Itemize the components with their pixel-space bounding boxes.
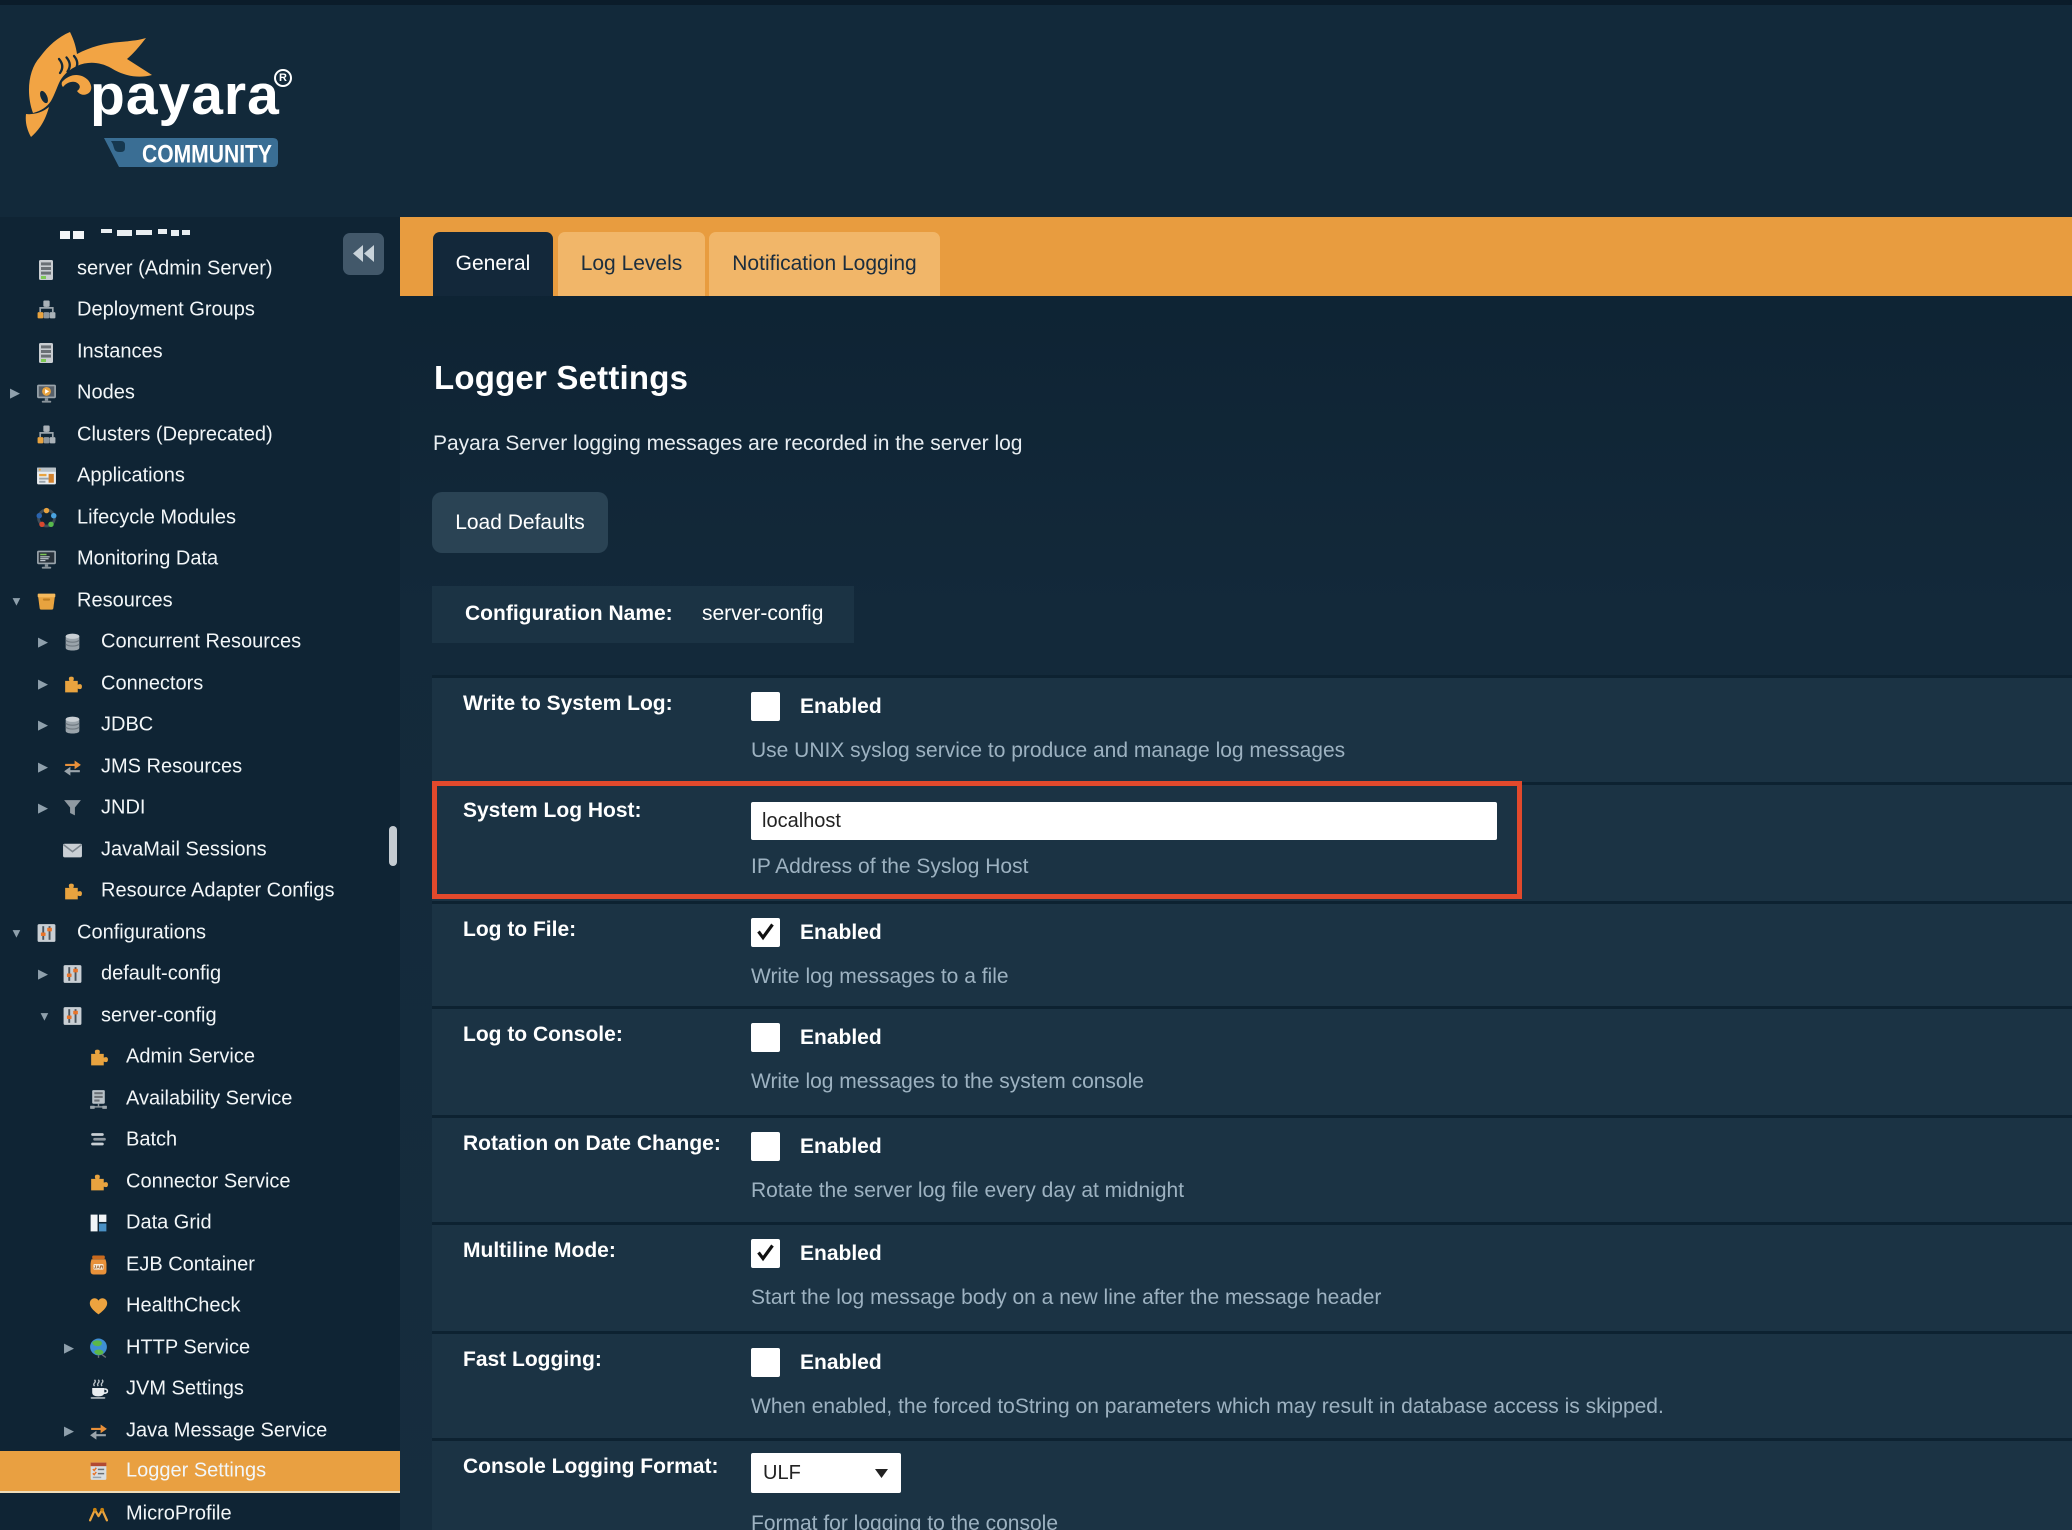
svg-text:COMMUNITY: COMMUNITY — [142, 141, 272, 168]
svg-text:JAR: JAR — [94, 1264, 104, 1270]
